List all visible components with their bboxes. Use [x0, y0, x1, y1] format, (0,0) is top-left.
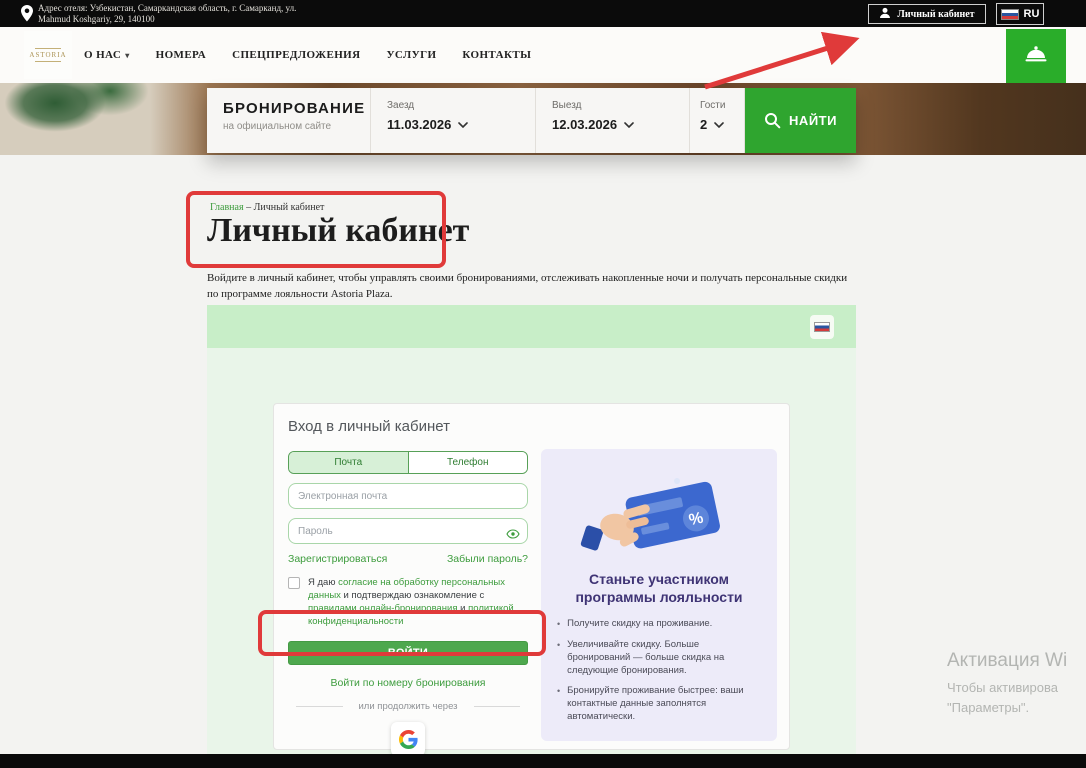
- loyalty-heading: Станьте участником программы лояльности: [541, 571, 777, 606]
- bullet-dot: •: [557, 685, 560, 723]
- login-method-tabs: Почта Телефон: [288, 451, 528, 474]
- loyalty-bullets: •Получите скидку на проживание. •Увеличи…: [557, 618, 765, 724]
- loyalty-bullet: •Бронируйте проживание быстрее: ваши кон…: [557, 685, 765, 723]
- nav-item-offers[interactable]: СПЕЦПРЕДЛОЖЕНИЯ: [232, 49, 360, 61]
- chevron-down-icon: [458, 122, 468, 128]
- language-code: RU: [1024, 8, 1040, 20]
- booking-number-login-link[interactable]: Войти по номеру бронирования: [288, 677, 528, 689]
- loyalty-bullet: •Увеличивайте скидку. Больше бронировани…: [557, 639, 765, 677]
- guests-field[interactable]: Гости 2: [690, 88, 745, 153]
- green-banner: [207, 305, 856, 348]
- nav-item-contacts[interactable]: КОНТАКТЫ: [462, 49, 531, 61]
- divider-line: [296, 706, 343, 707]
- loyalty-bullet: •Получите скидку на проживание.: [557, 618, 765, 631]
- bullet-dot: •: [557, 618, 560, 631]
- login-submit-button[interactable]: ВОЙТИ: [288, 641, 528, 665]
- nav-item-about[interactable]: О НАС▾: [84, 49, 130, 61]
- checkin-value[interactable]: 11.03.2026: [387, 117, 535, 132]
- checkin-field[interactable]: Заезд 11.03.2026: [371, 88, 536, 153]
- hotel-address: Адрес отеля: Узбекистан, Самаркандская о…: [38, 3, 296, 25]
- loyalty-panel: % Станьте участником программы лояльност…: [541, 449, 777, 741]
- bullet-dot: •: [557, 639, 560, 677]
- consent-row: Я даю согласие на обработку персональных…: [288, 576, 528, 628]
- consent-text: Я даю согласие на обработку персональных…: [308, 576, 526, 628]
- chevron-down-icon: [714, 122, 724, 128]
- person-icon: [879, 7, 891, 22]
- checkout-field[interactable]: Выезд 12.03.2026: [536, 88, 690, 153]
- bottom-bar: [0, 754, 1086, 768]
- booking-rules-link[interactable]: правилами онлайн-бронирования: [308, 603, 458, 614]
- search-button-label: НАЙТИ: [789, 113, 837, 128]
- login-form: Почта Телефон Зарегистрироваться Забыли …: [288, 451, 528, 756]
- intro-paragraph: Войдите в личный кабинет, чтобы управлят…: [207, 271, 853, 303]
- booking-subtitle: на официальном сайте: [223, 121, 370, 132]
- guests-value[interactable]: 2: [700, 117, 744, 132]
- divider-line: [474, 706, 521, 707]
- page: Адрес отеля: Узбекистан, Самаркандская о…: [0, 0, 1086, 768]
- banner-language-button[interactable]: [810, 315, 834, 339]
- forgot-password-link[interactable]: Забыли пароль?: [447, 553, 528, 565]
- logo-text: ASTORIA: [29, 51, 66, 59]
- search-button[interactable]: НАЙТИ: [745, 88, 856, 153]
- checkout-value[interactable]: 12.03.2026: [552, 117, 689, 132]
- login-card: Вход в личный кабинет Почта Телефон Заре…: [273, 403, 790, 750]
- checkin-label: Заезд: [387, 100, 535, 111]
- checkout-label: Выезд: [552, 100, 689, 111]
- guests-label: Гости: [700, 100, 744, 111]
- login-heading: Вход в личный кабинет: [288, 418, 450, 435]
- page-title: Личный кабинет: [207, 212, 469, 250]
- restaurant-button[interactable]: [1006, 29, 1066, 83]
- language-switcher[interactable]: RU: [996, 3, 1044, 25]
- nav-item-services[interactable]: УСЛУГИ: [386, 49, 436, 61]
- russia-flag-icon: [1001, 9, 1019, 20]
- chevron-down-icon: [624, 122, 634, 128]
- tab-phone[interactable]: Телефон: [408, 452, 528, 473]
- email-input[interactable]: [288, 483, 528, 509]
- loyalty-card-illustration: %: [579, 465, 739, 565]
- register-link[interactable]: Зарегистрироваться: [288, 553, 387, 565]
- booking-bar: БРОНИРОВАНИЕ на официальном сайте Заезд …: [207, 88, 856, 153]
- hotel-logo[interactable]: ASTORIA: [24, 31, 72, 79]
- cloche-icon: [1024, 44, 1048, 69]
- nav-item-rooms[interactable]: НОМЕРА: [156, 49, 207, 61]
- nav-menu: О НАС▾ НОМЕРА СПЕЦПРЕДЛОЖЕНИЯ УСЛУГИ КОН…: [84, 27, 531, 83]
- divider-text: или продолжить через: [359, 701, 458, 712]
- windows-activation-watermark: Активация Wi Чтобы активирова "Параметры…: [947, 650, 1067, 715]
- password-input[interactable]: [288, 518, 528, 544]
- logo-ornament: [35, 48, 61, 49]
- booking-title: БРОНИРОВАНИЕ: [223, 100, 370, 117]
- social-login-divider: или продолжить через: [288, 701, 528, 712]
- account-button[interactable]: Личный кабинет: [868, 4, 986, 24]
- logo-ornament: [35, 61, 61, 62]
- show-password-icon[interactable]: [506, 526, 520, 544]
- google-login-button[interactable]: [391, 722, 425, 756]
- location-pin-icon: [21, 5, 33, 27]
- main-navbar: ASTORIA О НАС▾ НОМЕРА СПЕЦПРЕДЛОЖЕНИЯ УС…: [0, 27, 1086, 83]
- top-bar: Адрес отеля: Узбекистан, Самаркандская о…: [0, 0, 1086, 27]
- tab-email[interactable]: Почта: [289, 452, 408, 473]
- account-button-label: Личный кабинет: [897, 9, 974, 20]
- russia-flag-icon: [814, 322, 830, 332]
- consent-checkbox[interactable]: [288, 577, 300, 589]
- google-icon: [399, 730, 418, 749]
- search-icon: [764, 112, 781, 129]
- chevron-down-icon: ▾: [125, 51, 129, 60]
- booking-title-block: БРОНИРОВАНИЕ на официальном сайте: [207, 88, 371, 153]
